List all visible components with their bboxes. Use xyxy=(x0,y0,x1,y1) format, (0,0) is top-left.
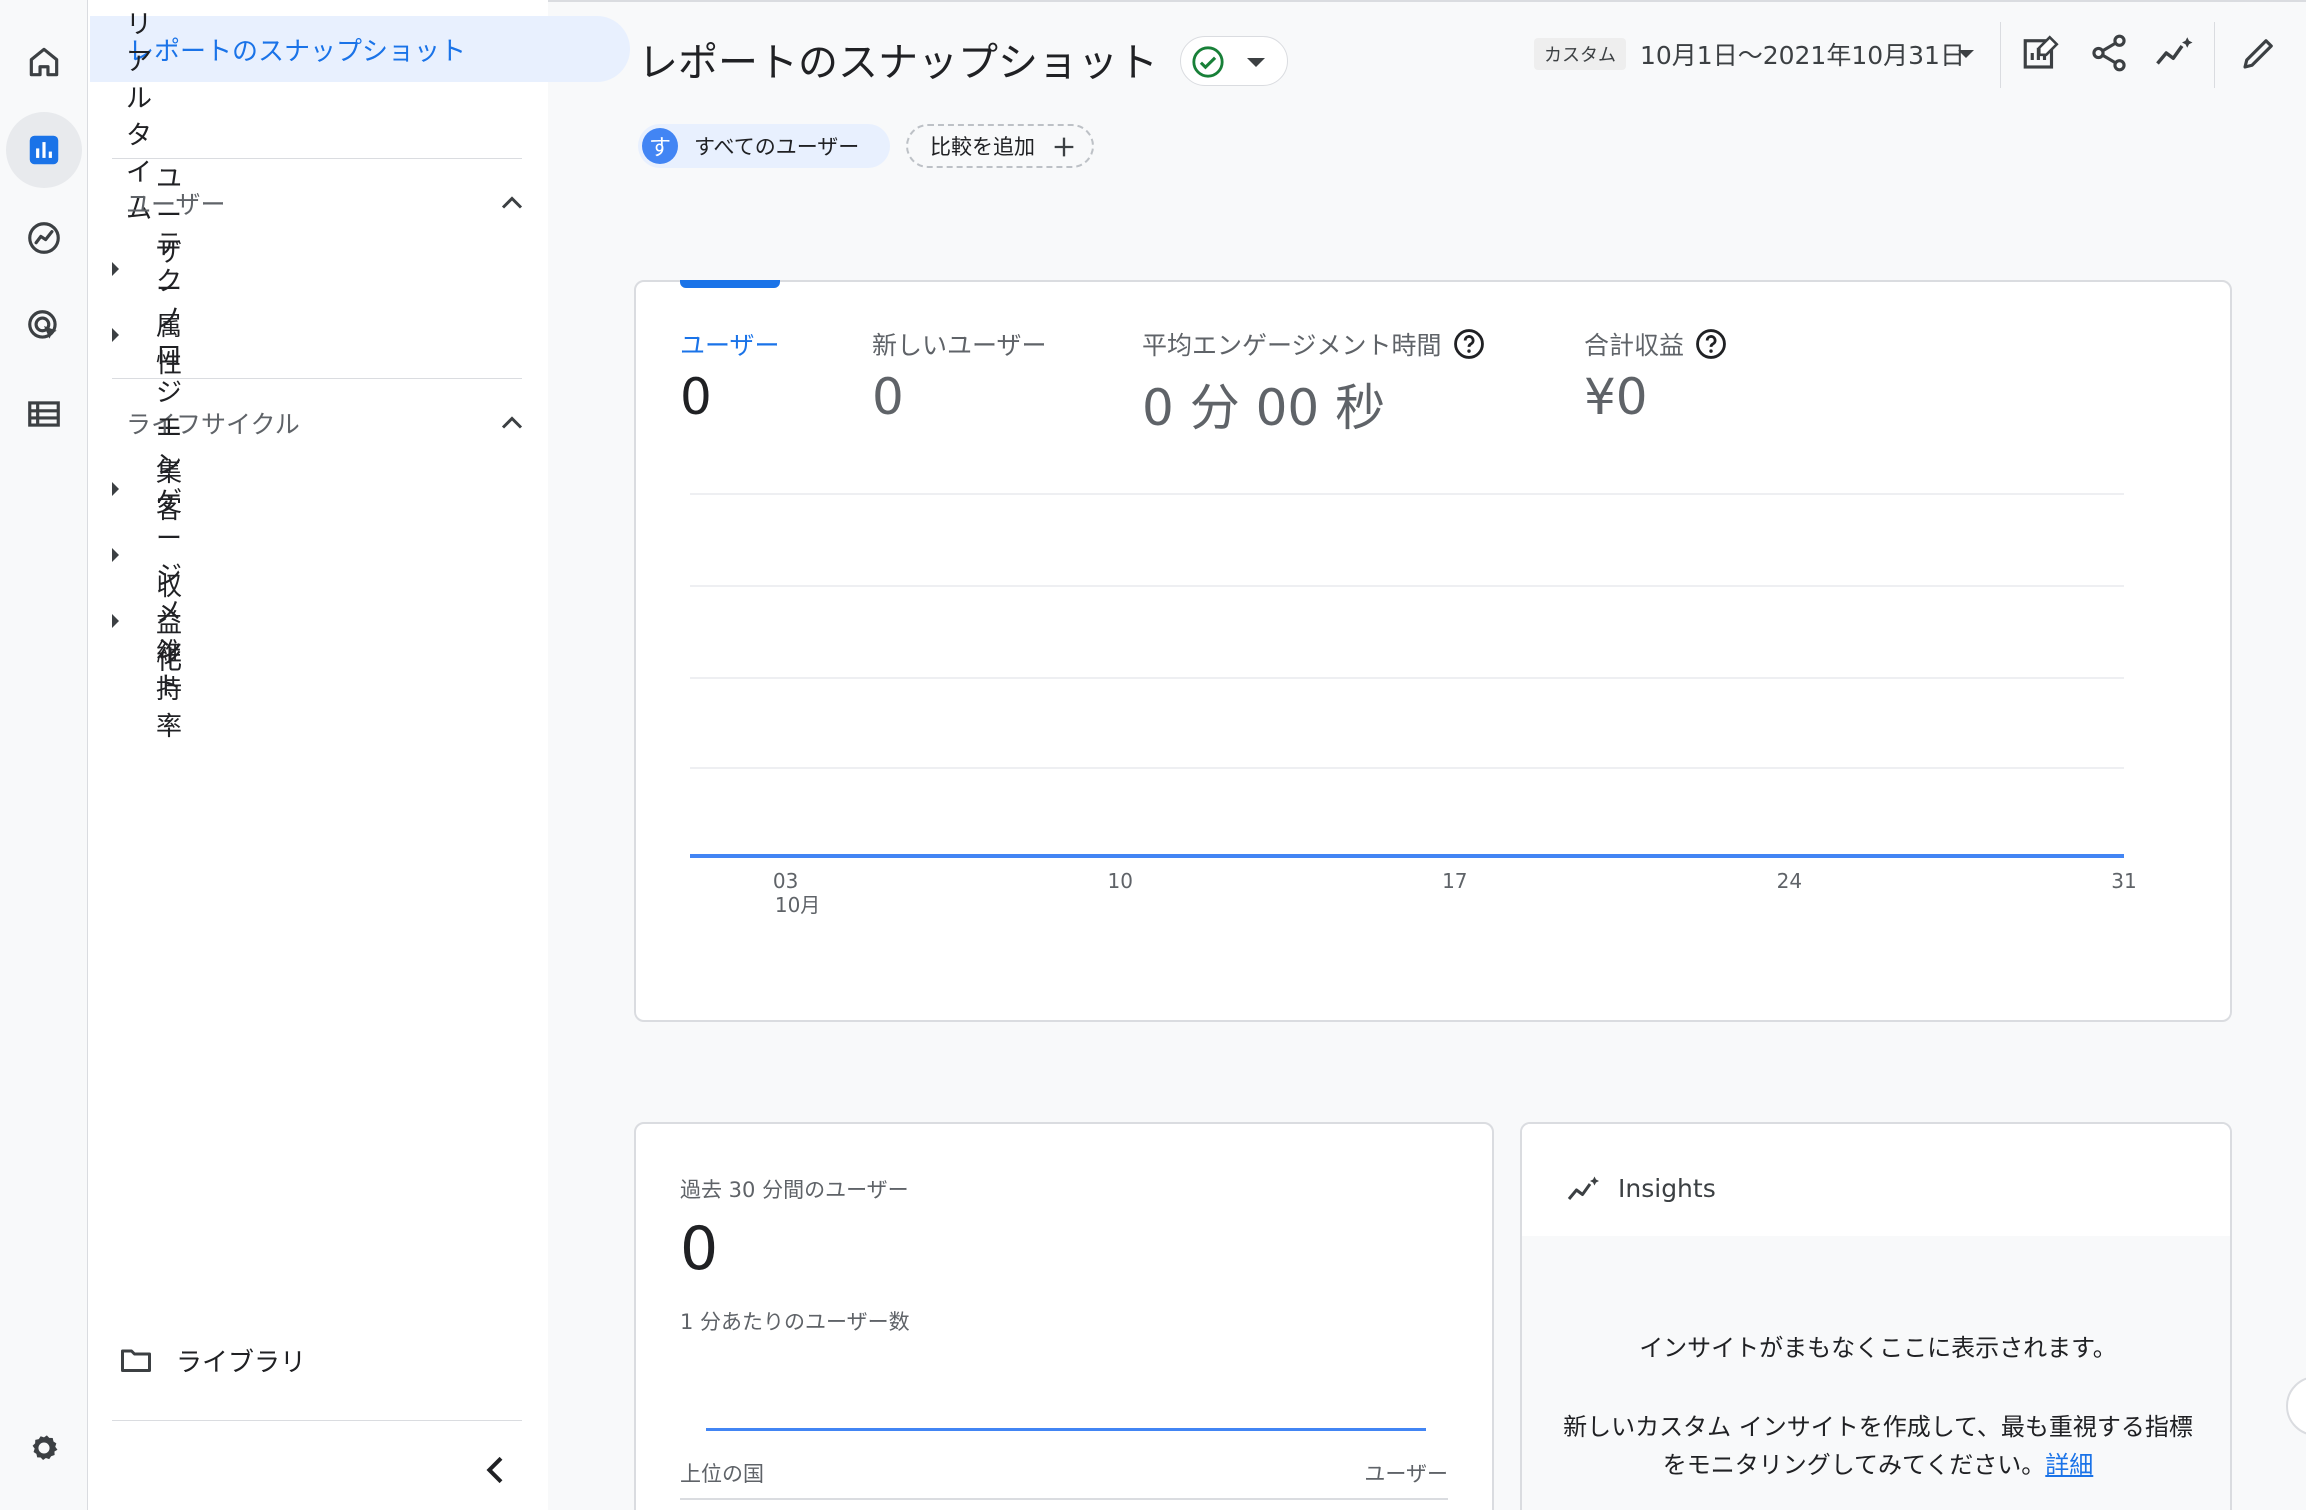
caret-right-icon xyxy=(112,548,119,562)
date-compare-badge: カスタム xyxy=(1534,38,1626,70)
reports-rail-button[interactable] xyxy=(6,112,82,188)
segment-avatar: す xyxy=(642,128,678,164)
share-icon[interactable] xyxy=(2088,32,2130,74)
segment-chip-all-users[interactable]: す すべてのユーザー xyxy=(638,124,890,168)
plus-icon xyxy=(1054,137,1074,157)
realtime-column-country: 上位の国 xyxy=(680,1462,764,1486)
collapse-chevron-icon[interactable] xyxy=(476,1450,516,1490)
chart-x-tick-label: 10 xyxy=(1107,869,1132,893)
add-comparison-label: 比較を追加 xyxy=(930,135,1035,159)
target-cursor-icon xyxy=(28,310,57,339)
nav-item-snapshot[interactable]: レポートのスナップショット xyxy=(90,16,630,82)
insights-sparkle-icon[interactable] xyxy=(2154,32,2196,74)
caret-right-icon xyxy=(112,614,119,628)
bar-chart-icon xyxy=(29,135,59,165)
chart-x-tick-label: 31 xyxy=(2111,869,2136,893)
chevron-up-icon[interactable] xyxy=(494,185,530,221)
admin-settings-button[interactable] xyxy=(6,1410,82,1486)
realtime-card: 過去 30 分間のユーザー 0 1 分あたりのユーザー数 上位の国 ユーザー xyxy=(634,1122,1494,1510)
nav-item-label: レポートのスナップショット xyxy=(128,36,467,67)
realtime-title: 過去 30 分間のユーザー xyxy=(680,1178,909,1202)
nav-item-label: ライブラリ xyxy=(176,1347,307,1378)
nav-section-lifecycle[interactable]: ライフサイクル xyxy=(126,398,300,448)
realtime-value: 0 xyxy=(680,1214,719,1284)
icon-rail xyxy=(0,0,88,1510)
advertising-rail-button[interactable] xyxy=(6,288,82,364)
insights-description-text: 新しいカスタム インサイトを作成して、最も重視する指標をモニタリングしてみてくだ… xyxy=(1563,1413,2193,1479)
nav-divider xyxy=(112,1420,522,1421)
realtime-table-rule xyxy=(680,1498,1448,1500)
caret-right-icon xyxy=(112,328,119,342)
insights-card: Insights インサイトがまもなくここに表示されます。 新しいカスタム イン… xyxy=(1520,1122,2232,1510)
users-line-chart: 0310月 10 17 24 31 xyxy=(690,493,2137,917)
add-comparison-button[interactable]: 比較を追加 xyxy=(906,124,1094,168)
home-icon xyxy=(29,47,59,77)
date-range-dropdown-icon[interactable] xyxy=(1958,50,1974,58)
chevron-up-icon[interactable] xyxy=(494,405,530,441)
check-circle-icon xyxy=(1192,46,1224,78)
overview-chart-card: ユーザー 0 新しいユーザー 0 平均エンゲージメント時間 0 分 00 秒 合… xyxy=(634,280,2232,1022)
chart-x-month-label: 10月 xyxy=(775,893,820,917)
realtime-subtitle: 1 分あたりのユーザー数 xyxy=(680,1310,910,1334)
date-range-picker[interactable]: 10月1日〜2021年10月31日 xyxy=(1640,36,1965,72)
folder-icon xyxy=(121,1349,151,1372)
explore-trend-icon xyxy=(28,222,60,254)
insights-message: インサイトがまもなくここに表示されます。 xyxy=(1639,1334,2117,1362)
report-navigation: レポートのスナップショット リアルタイム ユーザー ユーザー属性 テクノロジー … xyxy=(88,0,630,1510)
data-status-dropdown[interactable] xyxy=(1180,36,1288,86)
gear-icon xyxy=(32,1435,58,1461)
insights-title: Insights xyxy=(1618,1174,1716,1203)
nav-item-library[interactable]: ライブラリ xyxy=(118,1335,306,1385)
list-icon xyxy=(28,401,60,427)
realtime-column-users: ユーザー xyxy=(1364,1462,1448,1486)
header-separator xyxy=(2214,22,2215,88)
side-panel-toggle-button[interactable] xyxy=(2286,1376,2306,1436)
chart-x-tick-label: 17 xyxy=(1442,869,1467,893)
caret-right-icon xyxy=(112,262,119,276)
dropdown-arrow-icon xyxy=(1247,58,1265,67)
pencil-edit-icon[interactable] xyxy=(2238,32,2280,74)
insights-learn-more-link[interactable]: 詳細 xyxy=(2045,1451,2093,1479)
insights-sparkle-icon xyxy=(1567,1176,1599,1200)
realtime-sparkline xyxy=(706,1428,1426,1431)
segment-chip-label: すべてのユーザー xyxy=(694,135,860,159)
home-rail-button[interactable] xyxy=(6,24,82,100)
configure-rail-button[interactable] xyxy=(6,376,82,452)
nav-section-label: ライフサイクル xyxy=(126,410,300,439)
customize-report-icon[interactable] xyxy=(2020,32,2062,74)
explore-rail-button[interactable] xyxy=(6,200,82,276)
insights-description: 新しいカスタム インサイトを作成して、最も重視する指標をモニタリングしてみてくだ… xyxy=(1562,1408,2194,1484)
chart-x-tick-label: 24 xyxy=(1777,869,1802,893)
chart-x-tick-label: 03 xyxy=(773,869,798,893)
nav-divider xyxy=(112,378,522,379)
header-separator xyxy=(2000,22,2001,88)
page-title: レポートのスナップショット xyxy=(638,40,1158,86)
nav-item-label: 維持率 xyxy=(156,637,183,742)
caret-right-icon xyxy=(112,482,119,496)
